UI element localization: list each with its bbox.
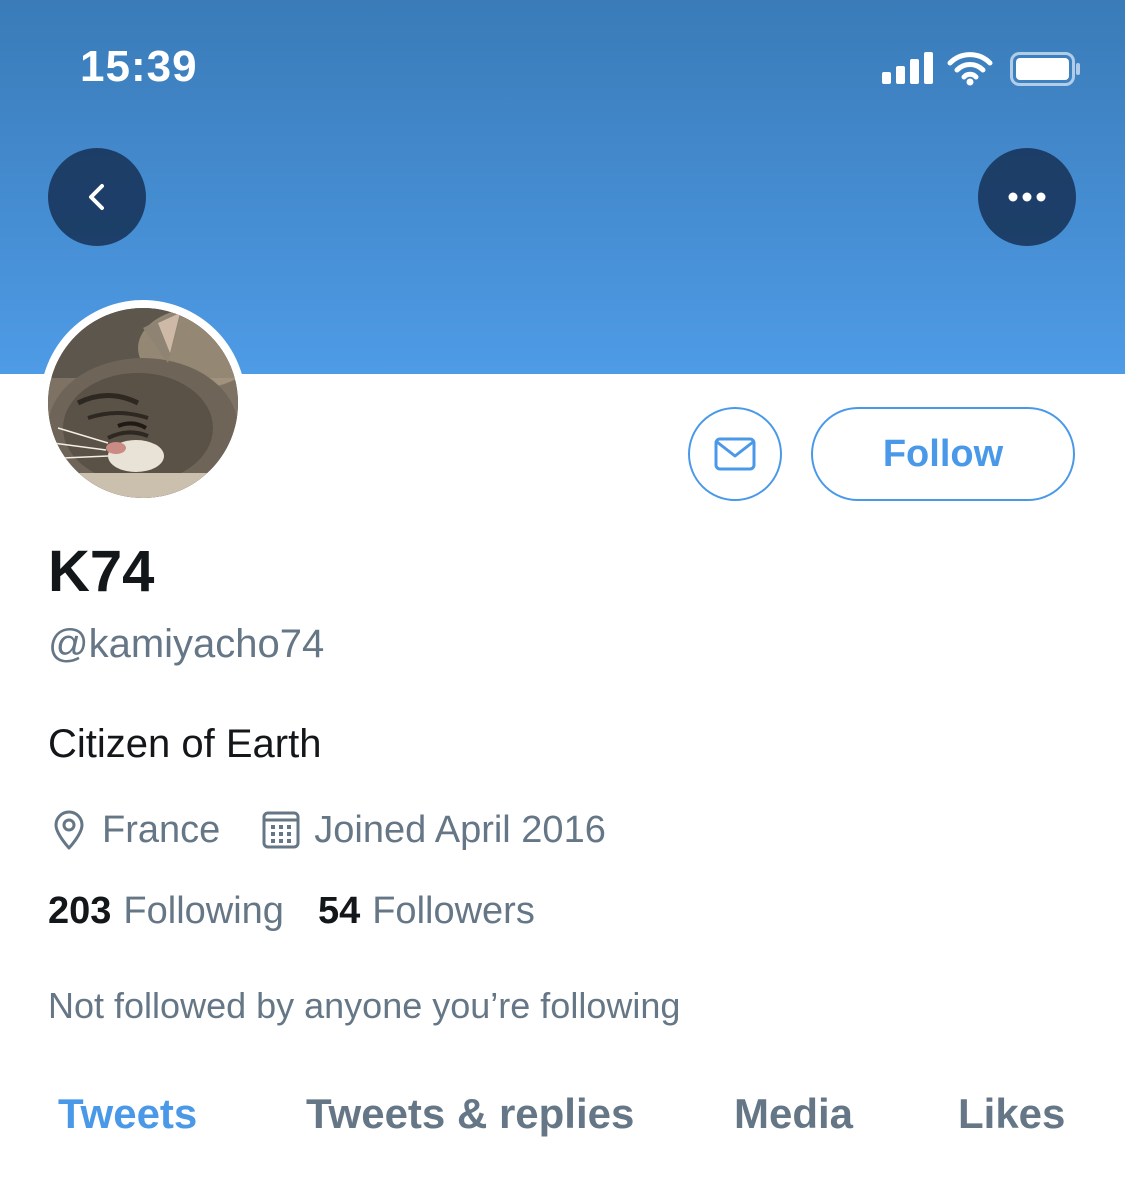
followers-label: Followers [372, 890, 535, 932]
tab-likes[interactable]: Likes [958, 1090, 1065, 1138]
calendar-icon [262, 811, 300, 849]
more-options-button[interactable] [978, 148, 1076, 246]
following-count: 203 [48, 890, 112, 932]
avatar[interactable] [48, 308, 238, 498]
location-text: France [102, 808, 221, 851]
battery-icon [1010, 52, 1080, 86]
bio: Citizen of Earth [48, 722, 322, 766]
tab-tweets-replies[interactable]: Tweets & replies [306, 1090, 634, 1138]
follow-button[interactable]: Follow [811, 407, 1075, 501]
ellipsis-icon [1008, 192, 1046, 202]
tab-media[interactable]: Media [734, 1090, 853, 1138]
tab-tweets[interactable]: Tweets [58, 1090, 197, 1138]
join-date-text: Joined April 2016 [314, 808, 606, 851]
profile-tabs: Tweets Tweets & replies Media Likes [0, 1090, 1125, 1160]
display-name: K74 [48, 539, 155, 604]
wifi-icon [947, 52, 993, 86]
status-bar: 15:39 [0, 0, 1125, 140]
cat-photo [48, 308, 238, 498]
location-pin-icon [54, 810, 84, 850]
envelope-icon [714, 437, 756, 471]
location: France [48, 809, 220, 852]
status-time: 15:39 [80, 42, 198, 91]
back-button[interactable] [48, 148, 146, 246]
mutuals-note: Not followed by anyone you’re following [48, 985, 681, 1026]
chevron-left-icon [89, 184, 104, 210]
cellular-signal-icon [882, 52, 934, 84]
followers-link[interactable]: 54 Followers [318, 890, 535, 933]
following-link[interactable]: 203 Following [48, 890, 284, 933]
handle: @kamiyacho74 [48, 622, 325, 666]
profile-meta: France Joined April 2016 [48, 804, 606, 856]
followers-count: 54 [317, 890, 361, 932]
follow-stats: 203 Following 54 Followers [48, 890, 535, 933]
message-button[interactable] [688, 407, 782, 501]
join-date: Joined April 2016 [260, 809, 606, 852]
following-label: Following [123, 890, 284, 932]
